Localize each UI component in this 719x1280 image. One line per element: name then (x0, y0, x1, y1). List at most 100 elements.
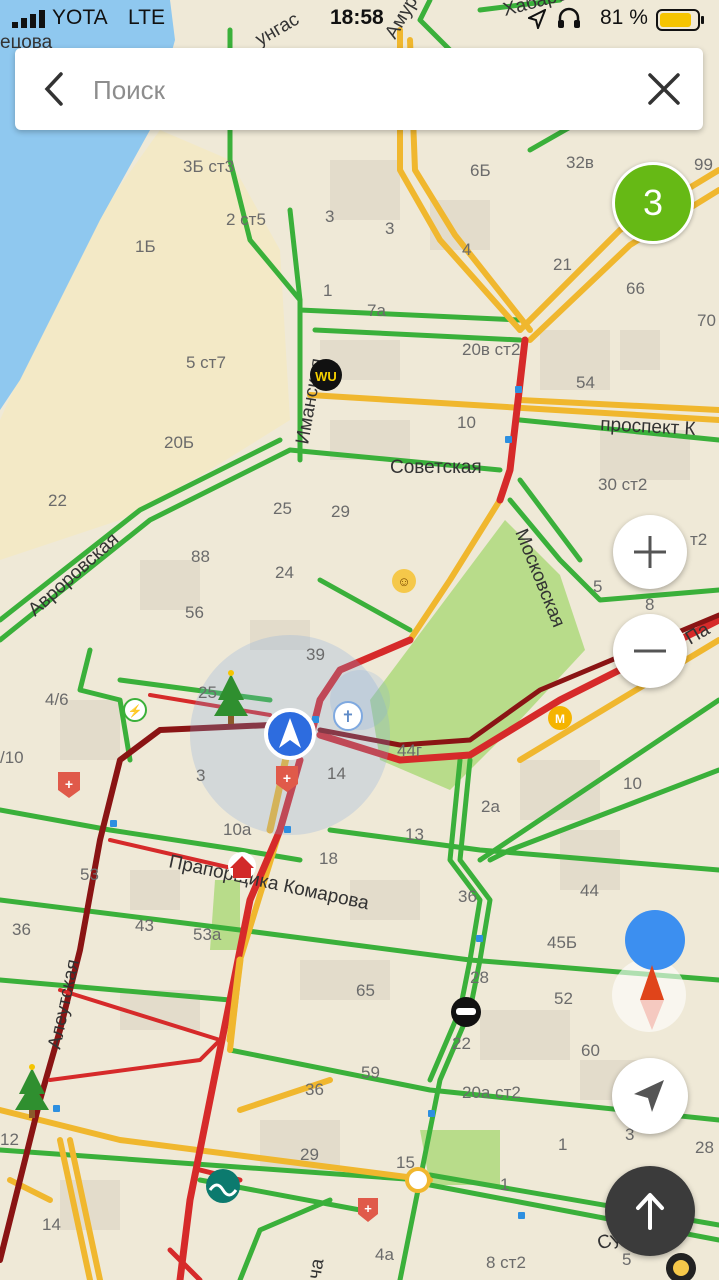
bank-icon[interactable] (206, 1169, 240, 1203)
clear-button[interactable] (643, 68, 685, 110)
zoom-out-button[interactable] (613, 614, 687, 688)
house-number: 53 (80, 865, 99, 884)
house-number: 18 (319, 849, 338, 868)
house-number: 5 (593, 577, 602, 596)
svg-text:✝: ✝ (341, 709, 354, 726)
house-number: 45Б (547, 933, 577, 952)
house-number: 21 (553, 255, 572, 274)
house-number: 59 (361, 1063, 380, 1082)
svg-text:☺: ☺ (397, 574, 410, 589)
svg-text:⚡: ⚡ (128, 704, 143, 718)
arrow-up-icon (636, 1193, 664, 1230)
house-number: 44 (580, 881, 599, 900)
house-number: 70 (697, 311, 716, 330)
house-number: 36 (12, 920, 31, 939)
house-number: 24 (275, 563, 294, 582)
clock: 18:58 (330, 6, 384, 29)
house-number: 3Б ст3 (183, 157, 234, 176)
traffic-level-button[interactable]: 3 (612, 162, 694, 244)
theatre-icon[interactable]: ☺ (392, 569, 416, 593)
house-number: 5 ст7 (186, 353, 226, 372)
house-number: 44г (397, 741, 422, 760)
network-label: LTE (128, 6, 165, 29)
house-number: 12 (0, 1130, 19, 1149)
house-number: 7а (367, 301, 386, 320)
house-number: 29 (300, 1145, 319, 1164)
routes-button[interactable] (605, 1166, 695, 1256)
house-number: 20в ст2 (462, 340, 520, 359)
chevron-left-icon (44, 72, 63, 106)
house-number: 28 (695, 1138, 714, 1157)
house-number: 65 (356, 981, 375, 1000)
current-location-icon (264, 708, 316, 760)
house-number: 54 (576, 373, 595, 392)
house-number: 52 (554, 989, 573, 1008)
back-button[interactable] (35, 68, 75, 110)
house-number: 14 (327, 764, 346, 783)
status-bar: YOTA LTE 18:58 81 % (0, 0, 719, 40)
battery-percent: 81 % (600, 6, 648, 29)
house-number: 8 (645, 595, 654, 614)
church-icon[interactable]: ✝ (333, 701, 363, 731)
house-number: 10а (223, 820, 252, 839)
svg-text:WU: WU (315, 369, 337, 384)
carrier-label: YOTA (52, 6, 108, 29)
house-number: 6Б (470, 161, 491, 180)
house-number: 8 ст2 (486, 1253, 526, 1272)
home-icon[interactable] (228, 852, 256, 880)
battery-icon (656, 9, 706, 37)
house-number: 3 (385, 219, 394, 238)
house-number: 43 (135, 916, 154, 935)
house-number: 25 (198, 683, 217, 702)
svg-text:+: + (283, 770, 291, 786)
house-number: 39 (306, 645, 325, 664)
house-number: 1 (500, 1175, 509, 1194)
house-number: 3 (325, 207, 334, 226)
minus-icon (634, 649, 666, 653)
house-number: 29 (331, 502, 350, 521)
svg-text:+: + (364, 1201, 372, 1216)
house-number: 10 (457, 413, 476, 432)
close-icon (648, 73, 680, 105)
house-number: 10 (623, 774, 642, 793)
house-number: 1Б (135, 237, 156, 256)
plus-icon (634, 536, 666, 568)
signal-icon (12, 10, 46, 34)
house-number: 22 (48, 491, 67, 510)
house-number: 36 (458, 887, 477, 906)
metro-station-icon[interactable]: M (548, 706, 572, 730)
house-number: 4 (462, 240, 471, 259)
house-number: 28 (470, 968, 489, 987)
search-bar (15, 48, 703, 130)
house-number: 3 (196, 766, 205, 785)
western-union-icon[interactable]: WU (310, 359, 342, 391)
street-label-cha: ча (304, 1257, 328, 1280)
house-number: 32в (566, 153, 594, 172)
roundabout-icon (405, 1167, 431, 1193)
house-number: 30 ст2 (598, 475, 647, 494)
svg-text:M: M (555, 712, 565, 726)
house-number: 1 (558, 1135, 567, 1154)
house-number: 13 (405, 825, 424, 844)
house-number: 2а (481, 797, 500, 816)
house-number: 4а (375, 1245, 394, 1264)
house-number: 53а (193, 925, 222, 944)
location-arrow-icon (526, 7, 547, 35)
charging-station-icon[interactable]: ⚡ (123, 698, 147, 722)
house-number: 99 (694, 155, 713, 174)
car-service-icon[interactable] (451, 997, 481, 1027)
navigation-arrow-icon (634, 1080, 664, 1112)
house-number: 56 (185, 603, 204, 622)
svg-text:+: + (65, 776, 73, 792)
house-number: 25 (273, 499, 292, 518)
house-number: 88 (191, 547, 210, 566)
house-number: 36 (305, 1080, 324, 1099)
house-number: 4/6 (45, 690, 69, 709)
my-location-button[interactable] (612, 1058, 688, 1134)
house-number: 60 (581, 1041, 600, 1060)
house-number: 1 (323, 281, 332, 300)
headphones-icon (557, 7, 581, 35)
zoom-in-button[interactable] (613, 515, 687, 589)
search-input[interactable] (91, 66, 635, 114)
house-number: 20а ст2 (462, 1083, 521, 1102)
